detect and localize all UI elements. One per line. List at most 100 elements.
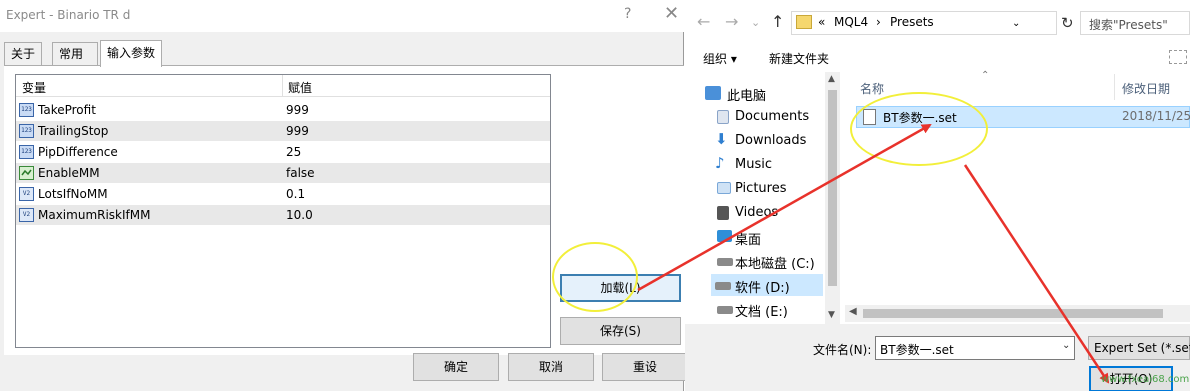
close-icon[interactable]: ✕ — [664, 3, 679, 24]
param-value[interactable]: 0.1 — [286, 187, 305, 201]
cancel-button[interactable]: 取消 — [508, 353, 594, 381]
param-name: PipDifference — [38, 145, 118, 159]
breadcrumb-sep: › — [876, 15, 881, 29]
nav-item-drive-d[interactable]: 软件 (D:) — [711, 274, 823, 296]
pictures-icon — [717, 182, 731, 194]
address-bar[interactable]: « MQL4 › Presets ⌄ — [791, 11, 1057, 35]
grid-header: 变量 赋值 — [16, 75, 550, 97]
folder-icon — [796, 15, 812, 29]
nav-item-label: Downloads — [735, 133, 807, 148]
computer-icon — [705, 86, 721, 100]
up-arrow-icon[interactable]: ↑ — [771, 12, 784, 31]
scroll-left-icon[interactable]: ◀ — [849, 306, 857, 317]
tab-inputs[interactable]: 输入参数 — [100, 40, 162, 67]
filename-value: BT参数一.set — [880, 343, 954, 357]
boolean-icon — [19, 166, 34, 180]
documents-icon — [717, 110, 729, 124]
table-row[interactable]: 123 TakeProfit 999 — [16, 100, 550, 121]
expert-titlebar: Expert - Binario TR d ? ✕ — [0, 0, 684, 32]
file-toolbar: 组织 ▾ 新建文件夹 — [685, 44, 1190, 72]
file-open-dialog: ← → ⌄ ↑ « MQL4 › Presets ⌄ ↻ 搜索"Presets"… — [685, 0, 1190, 391]
param-value[interactable]: 999 — [286, 124, 309, 138]
watermark: www.fxeai68.com — [1101, 374, 1190, 385]
recent-dropdown-icon[interactable]: ⌄ — [751, 16, 760, 29]
videos-icon — [717, 206, 729, 220]
new-folder-button[interactable]: 新建文件夹 — [769, 50, 829, 67]
help-icon[interactable]: ? — [624, 6, 631, 22]
filename-label: 文件名(N): — [813, 343, 872, 357]
refresh-icon[interactable]: ↻ — [1061, 14, 1074, 32]
nav-item-label: 桌面 — [735, 233, 762, 248]
scroll-down-icon[interactable]: ▼ — [828, 310, 835, 320]
nav-item-label: 文档 (E:) — [735, 305, 788, 320]
desktop-icon — [717, 230, 732, 242]
tab-about[interactable]: 关于 — [4, 42, 42, 66]
nav-item-label: Pictures — [735, 181, 787, 196]
double-icon: V2 — [19, 208, 34, 222]
col-date-header[interactable]: 修改日期 — [1122, 80, 1170, 97]
save-button[interactable]: 保存(S) — [560, 317, 681, 345]
chevron-down-icon[interactable]: ⌄ — [1062, 340, 1070, 351]
filetype-select[interactable]: Expert Set (*.set) — [1088, 336, 1190, 360]
drive-icon — [717, 306, 733, 314]
reset-button[interactable]: 重设 — [602, 353, 688, 381]
search-input[interactable]: 搜索"Presets" — [1080, 11, 1190, 35]
downloads-icon: ⬇ — [715, 130, 728, 148]
param-name: EnableMM — [38, 166, 100, 180]
back-arrow-icon[interactable]: ← — [697, 12, 710, 31]
table-row[interactable]: EnableMM false — [16, 163, 550, 184]
organize-button[interactable]: 组织 ▾ — [703, 50, 737, 67]
view-options-icon[interactable] — [1169, 50, 1187, 64]
nav-item-label: 软件 (D:) — [735, 281, 790, 296]
forward-arrow-icon[interactable]: → — [725, 12, 738, 31]
address-dropdown-icon[interactable]: ⌄ — [1012, 18, 1020, 29]
breadcrumb-mql4[interactable]: MQL4 — [834, 15, 868, 29]
table-row[interactable]: 123 TrailingStop 999 — [16, 121, 550, 142]
nav-item-this-pc[interactable]: 此电脑 — [701, 82, 841, 104]
expert-dialog-title: Expert - Binario TR d — [6, 8, 131, 22]
navigation-pane: 此电脑 Documents ⬇ Downloads ♪ Music Pictur… — [685, 72, 840, 324]
integer-icon: 123 — [19, 145, 34, 159]
param-value[interactable]: false — [286, 166, 315, 180]
param-name: TrailingStop — [38, 124, 109, 138]
file-nav-bar: ← → ⌄ ↑ « MQL4 › Presets ⌄ ↻ 搜索"Presets" — [685, 0, 1190, 44]
nav-item-label: Videos — [735, 205, 779, 220]
double-icon: V2 — [19, 187, 34, 201]
param-name: LotsIfNoMM — [38, 187, 108, 201]
param-value[interactable]: 999 — [286, 103, 309, 117]
scrollbar-thumb[interactable] — [863, 309, 1163, 318]
drive-icon — [717, 258, 733, 266]
drive-icon — [715, 282, 731, 290]
scrollbar-thumb[interactable] — [828, 90, 837, 286]
breadcrumb-presets[interactable]: Presets — [890, 15, 934, 29]
search-placeholder: 搜索"Presets" — [1089, 18, 1168, 32]
filename-input[interactable]: BT参数一.set ⌄ — [875, 336, 1075, 360]
table-row[interactable]: V2 MaximumRiskIfMM 10.0 — [16, 205, 550, 226]
address-prefix: « — [818, 15, 826, 29]
filetype-value: Expert Set (*.set) — [1094, 341, 1190, 355]
tab-common[interactable]: 常用 — [52, 42, 98, 66]
ok-button[interactable]: 确定 — [413, 353, 499, 381]
scroll-up-icon[interactable]: ▲ — [828, 74, 835, 84]
sort-up-icon: ⌃ — [981, 70, 990, 81]
nav-scrollbar[interactable]: ▲ ▼ — [825, 72, 840, 324]
highlight-circle — [552, 242, 638, 312]
param-value[interactable]: 10.0 — [286, 208, 313, 222]
table-row[interactable]: V2 LotsIfNoMM 0.1 — [16, 184, 550, 205]
col-variable-header[interactable]: 变量 — [22, 79, 46, 96]
nav-item-label: 本地磁盘 (C:) — [735, 257, 815, 272]
music-icon: ♪ — [715, 154, 725, 172]
file-hscrollbar[interactable]: ◀ — [845, 305, 1190, 322]
col-value-header[interactable]: 赋值 — [288, 79, 312, 96]
nav-item-label: Music — [735, 157, 772, 172]
inputs-grid: 变量 赋值 123 TakeProfit 999 123 TrailingSto… — [15, 74, 551, 348]
file-date: 2018/11/25 — [1122, 109, 1190, 123]
nav-item-label: 此电脑 — [727, 89, 767, 104]
col-name-header[interactable]: 名称 — [860, 80, 884, 97]
nav-item-label: Documents — [735, 109, 810, 124]
param-value[interactable]: 25 — [286, 145, 301, 159]
table-row[interactable]: 123 PipDifference 25 — [16, 142, 550, 163]
param-name: MaximumRiskIfMM — [38, 208, 151, 222]
integer-icon: 123 — [19, 124, 34, 138]
param-name: TakeProfit — [38, 103, 96, 117]
